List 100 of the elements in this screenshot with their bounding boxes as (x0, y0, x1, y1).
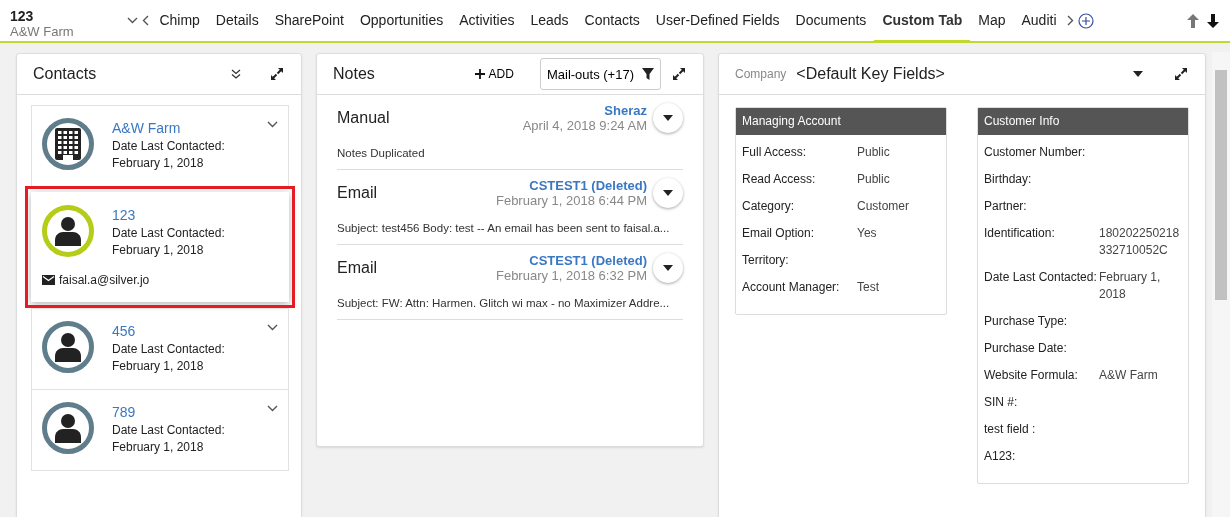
field-label: Customer Number: (984, 144, 1087, 161)
envelope-icon (42, 275, 55, 285)
note-date: April 4, 2018 9:24 AM (522, 118, 647, 133)
field-label: Account Manager: (742, 279, 841, 296)
field-label: Read Access: (742, 171, 817, 188)
contact-name[interactable]: 456 (112, 321, 225, 341)
field-value: February 1, 2018 (1099, 269, 1162, 303)
contact-email[interactable]: faisal.a@silver.jo (59, 273, 150, 287)
field-label: Purchase Type: (984, 313, 1069, 330)
caret-icon (1133, 71, 1143, 77)
contact-name[interactable]: 123 (112, 205, 225, 225)
field-label: Birthday: (984, 171, 1033, 188)
field-label: test field : (984, 421, 1037, 438)
contact-name[interactable]: 789 (112, 402, 225, 422)
tab[interactable]: Auditi (1013, 0, 1065, 43)
chevron-down-icon[interactable] (267, 324, 278, 331)
contact-card[interactable]: A&W Farm Date Last Contacted: February 1, 2018 (31, 105, 289, 187)
tab[interactable]: Leads (522, 0, 577, 43)
field-label: Date Last Contacted: (984, 269, 1098, 286)
add-button[interactable]: ADD (474, 67, 514, 81)
note-body: Subject: FW: Attn: Harmen. Glitch wi max - no Maximizer Addre... (337, 297, 671, 309)
note-author[interactable]: CSTEST1 (Deleted) (529, 178, 647, 193)
field-label: Identification: (984, 225, 1056, 242)
collapse-icon[interactable] (231, 69, 241, 79)
field-label: Partner: (984, 198, 1028, 215)
field-value: A&W Farm (1099, 367, 1159, 384)
building-icon (55, 128, 81, 160)
tab[interactable]: User-Defined Fields (647, 0, 788, 43)
add-tab-icon[interactable] (1077, 12, 1094, 29)
tab[interactable]: Details (207, 0, 267, 43)
contact-label: Date Last Contacted: (112, 225, 225, 242)
contact-card[interactable]: 789 Date Last Contacted: February 1, 2018 (31, 389, 289, 471)
record-title: 123 (10, 8, 35, 24)
panel-title: Notes (333, 65, 376, 83)
contact-date: February 1, 2018 (112, 358, 205, 375)
contact-card[interactable]: 456 Date Last Contacted: February 1, 2018 (31, 308, 289, 390)
contact-date: February 1, 2018 (112, 155, 205, 172)
note-menu-button[interactable] (653, 178, 683, 208)
field-value: Customer (857, 198, 910, 215)
contact-date: February 1, 2018 (112, 439, 205, 456)
note-date: February 1, 2018 6:32 PM (495, 268, 647, 283)
tab[interactable]: Opportunities (351, 0, 452, 43)
entity-label: Company (735, 67, 787, 81)
note-body: Subject: test456 Body: test -- An email has been sent to faisal.a... (337, 222, 671, 234)
field-value: Test (857, 279, 880, 296)
expand-icon[interactable] (269, 66, 285, 82)
field-value: 180202250218 332710052C (1099, 225, 1181, 259)
tab[interactable]: Chimp (151, 0, 208, 43)
contact-name[interactable]: A&W Farm (112, 118, 225, 138)
chevron-right-icon[interactable] (1066, 15, 1074, 26)
filter-icon (642, 68, 654, 80)
panel-title: Contacts (33, 65, 98, 83)
arrow-down-icon[interactable] (1206, 12, 1220, 29)
tab[interactable]: SharePoint (266, 0, 352, 43)
tab[interactable]: Map (970, 0, 1014, 43)
field-value: Public (857, 144, 891, 161)
chevron-down-icon[interactable] (127, 17, 139, 24)
group-title: Managing Account (736, 108, 946, 135)
note-type: Email (337, 259, 378, 277)
field-label: SIN #: (984, 394, 1019, 411)
tab[interactable]: Documents (787, 0, 875, 43)
field-label: Website Formula: (984, 367, 1079, 384)
filter-dropdown[interactable]: Mail-outs (+17) (539, 58, 661, 90)
chevron-left-icon[interactable] (142, 15, 150, 26)
group-title: Customer Info (978, 108, 1188, 135)
note-author[interactable]: CSTEST1 (Deleted) (529, 253, 647, 268)
expand-icon[interactable] (1173, 66, 1189, 82)
contact-label: Date Last Contacted: (112, 138, 225, 155)
chevron-down-icon[interactable] (267, 405, 278, 412)
person-icon (55, 332, 81, 362)
field-value: Yes (857, 225, 878, 242)
person-icon (55, 216, 81, 246)
contact-date: February 1, 2018 (112, 242, 205, 259)
record-subtitle: A&W Farm (10, 24, 75, 39)
caret-icon (663, 265, 673, 271)
arrow-up-icon[interactable] (1186, 12, 1200, 29)
field-label: Email Option: (742, 225, 816, 242)
note-menu-button[interactable] (653, 103, 683, 133)
tab[interactable]: Activities (451, 0, 523, 43)
caret-icon (663, 115, 673, 121)
field-label: Category: (742, 198, 796, 215)
caret-icon (663, 190, 673, 196)
tab[interactable]: Contacts (576, 0, 648, 43)
field-value: Public (857, 171, 891, 188)
expand-icon[interactable] (671, 66, 687, 82)
field-label: Territory: (742, 252, 790, 269)
field-label: Full Access: (742, 144, 808, 161)
dropdown-caret[interactable] (1133, 71, 1143, 77)
note-body: Notes Duplicated (337, 147, 426, 159)
note-date: February 1, 2018 6:44 PM (495, 193, 647, 208)
tab[interactable]: Custom Tab (874, 0, 971, 43)
person-icon (55, 413, 81, 443)
contact-label: Date Last Contacted: (112, 341, 225, 358)
note-menu-button[interactable] (653, 253, 683, 283)
chevron-down-icon[interactable] (267, 121, 278, 128)
contact-label: Date Last Contacted: (112, 422, 225, 439)
plus-icon (474, 69, 485, 79)
note-author[interactable]: Sheraz (604, 103, 647, 118)
field-label: Purchase Date: (984, 340, 1068, 357)
scrollbar-thumb[interactable] (1215, 70, 1227, 300)
